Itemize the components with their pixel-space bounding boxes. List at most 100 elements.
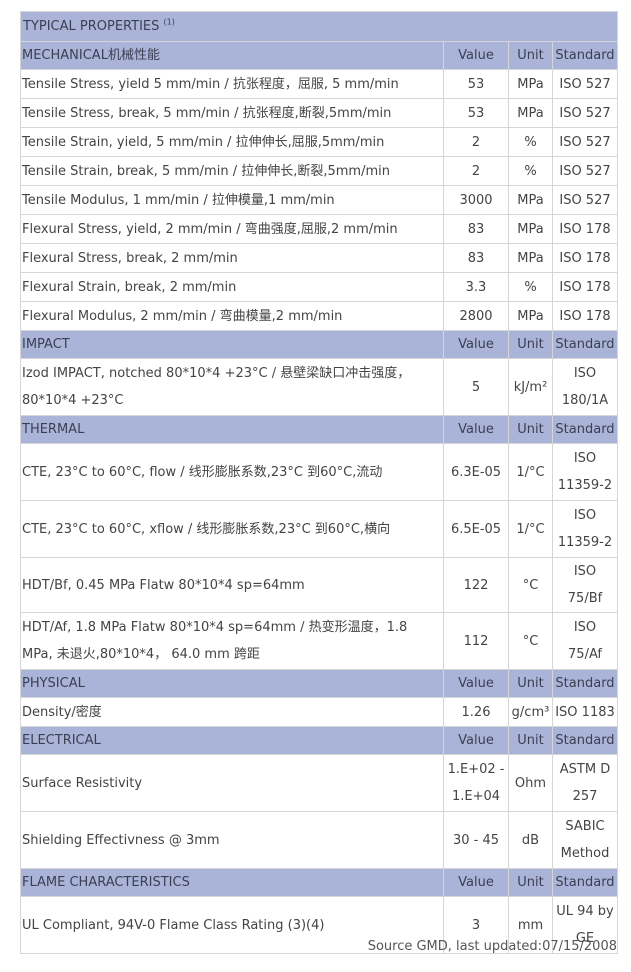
section-header-row: FLAME CHARACTERISTICS Value Unit Standard [20, 868, 618, 897]
param-cell: Tensile Strain, yield, 5 mm/min / 拉伸伸长,屈… [20, 127, 444, 157]
section-name: ELECTRICAL [20, 726, 444, 755]
value-cell: 3.3 [443, 272, 509, 302]
unit-cell: 1/°C [508, 500, 553, 558]
table-title: TYPICAL PROPERTIES (1) [20, 11, 618, 42]
unit-cell: MPa [508, 243, 553, 273]
table-row: Surface Resistivity 1.E+02 - 1.E+04 Ohm AST… [20, 754, 618, 812]
unit-cell: dB [508, 811, 553, 869]
unit-header: Unit [508, 726, 553, 755]
value-cell: 6.3E-05 [443, 443, 509, 501]
standard-header: Standard [552, 330, 618, 359]
param-cell: Izod IMPACT, notched 80*10*4 +23°C / 悬壁梁… [20, 358, 444, 416]
table-row: Tensile Stress, break, 5 mm/min / 抗张程度,断… [20, 98, 618, 128]
section-name: FLAME CHARACTERISTICS [20, 868, 444, 897]
unit-cell: °C [508, 612, 553, 670]
value-cell: 2800 [443, 301, 509, 331]
table-row: Izod IMPACT, notched 80*10*4 +23°C / 悬壁梁… [20, 358, 618, 416]
section-name: THERMAL [20, 415, 444, 444]
value-cell: 83 [443, 214, 509, 244]
value-header: Value [443, 330, 509, 359]
standard-cell: ISO 527 [552, 185, 618, 215]
value-cell: 1.26 [443, 697, 509, 727]
section-name: IMPACT [20, 330, 444, 359]
param-cell: Density/密度 [20, 697, 444, 727]
unit-cell: % [508, 272, 553, 302]
param-cell: Flexural Strain, break, 2 mm/min [20, 272, 444, 302]
table-row: HDT/Af, 1.8 MPa Flatw 80*10*4 sp=64mm / … [20, 612, 618, 670]
standard-cell: ISO 527 [552, 98, 618, 128]
value-header: Value [443, 415, 509, 444]
value-cell: 1.E+02 - 1.E+04 [443, 754, 509, 812]
unit-cell: 1/°C [508, 443, 553, 501]
table-row: CTE, 23°C to 60°C, flow / 线形膨胀系数,23°C 到6… [20, 443, 618, 501]
param-cell: HDT/Bf, 0.45 MPa Flatw 80*10*4 sp=64mm [20, 557, 444, 613]
unit-header: Unit [508, 868, 553, 897]
unit-cell: Ohm [508, 754, 553, 812]
param-cell: CTE, 23°C to 60°C, flow / 线形膨胀系数,23°C 到6… [20, 443, 444, 501]
section-name: MECHANICAL机械性能 [20, 41, 444, 70]
standard-cell: ISO 178 [552, 243, 618, 273]
section-name: PHYSICAL [20, 669, 444, 698]
standard-header: Standard [552, 726, 618, 755]
table-row: Shielding Effectivness @ 3mm 30 - 45 dB SAB… [20, 811, 618, 869]
unit-cell: MPa [508, 301, 553, 331]
unit-header: Unit [508, 330, 553, 359]
value-cell: 6.5E-05 [443, 500, 509, 558]
value-header: Value [443, 726, 509, 755]
param-cell: Flexural Modulus, 2 mm/min / 弯曲模量,2 mm/m… [20, 301, 444, 331]
unit-cell: MPa [508, 214, 553, 244]
param-cell: HDT/Af, 1.8 MPa Flatw 80*10*4 sp=64mm / … [20, 612, 444, 670]
standard-cell: ISO 75/Bf [552, 557, 618, 613]
table-row: Flexural Stress, yield, 2 mm/min / 弯曲强度,… [20, 214, 618, 244]
standard-cell: ISO 1183 [552, 697, 618, 727]
table-row: CTE, 23°C to 60°C, xflow / 线形膨胀系数,23°C 到… [20, 500, 618, 558]
param-cell: Shielding Effectivness @ 3mm [20, 811, 444, 869]
standard-header: Standard [552, 669, 618, 698]
table-row: Tensile Strain, yield, 5 mm/min / 拉伸伸长,屈… [20, 127, 618, 157]
standard-cell: SABIC Method [552, 811, 618, 869]
value-cell: 83 [443, 243, 509, 273]
value-cell: 53 [443, 69, 509, 99]
table-row: Tensile Stress, yield 5 mm/min / 抗张程度，屈服… [20, 69, 618, 99]
param-cell: Flexural Stress, break, 2 mm/min [20, 243, 444, 273]
unit-cell: °C [508, 557, 553, 613]
standard-cell: ISO 178 [552, 301, 618, 331]
table-row: Flexural Modulus, 2 mm/min / 弯曲模量,2 mm/m… [20, 301, 618, 331]
param-cell: Flexural Stress, yield, 2 mm/min / 弯曲强度,… [20, 214, 444, 244]
standard-header: Standard [552, 41, 618, 70]
value-cell: 122 [443, 557, 509, 613]
value-cell: 3000 [443, 185, 509, 215]
unit-cell: MPa [508, 69, 553, 99]
unit-header: Unit [508, 669, 553, 698]
unit-cell: kJ/m² [508, 358, 553, 416]
value-cell: 53 [443, 98, 509, 128]
unit-header: Unit [508, 41, 553, 70]
param-cell: Tensile Modulus, 1 mm/min / 拉伸模量,1 mm/mi… [20, 185, 444, 215]
table-row: HDT/Bf, 0.45 MPa Flatw 80*10*4 sp=64mm 12… [20, 557, 618, 613]
table-title-text: TYPICAL PROPERTIES [23, 19, 160, 34]
standard-cell: ISO 75/Af [552, 612, 618, 670]
source-note: Source GMD, last updated:07/15/2008 [367, 939, 617, 954]
standard-cell: ISO 527 [552, 156, 618, 186]
unit-cell: MPa [508, 185, 553, 215]
section-header-row: PHYSICAL Value Unit Standard [20, 669, 618, 698]
table-row: Tensile Modulus, 1 mm/min / 拉伸模量,1 mm/mi… [20, 185, 618, 215]
value-header: Value [443, 41, 509, 70]
value-cell: 5 [443, 358, 509, 416]
value-header: Value [443, 669, 509, 698]
standard-cell: ISO 178 [552, 272, 618, 302]
standard-cell: ISO 178 [552, 214, 618, 244]
standard-cell: ISO 180/1A [552, 358, 618, 416]
properties-table: TYPICAL PROPERTIES (1) MECHANICAL机械性能 Val… [20, 11, 618, 954]
section-header-row: IMPACT Value Unit Standard [20, 330, 618, 359]
param-cell: Tensile Stress, break, 5 mm/min / 抗张程度,断… [20, 98, 444, 128]
unit-cell: g/cm³ [508, 697, 553, 727]
standard-cell: ASTM D 257 [552, 754, 618, 812]
standard-cell: ISO 11359-2 [552, 443, 618, 501]
unit-cell: MPa [508, 98, 553, 128]
table-row: Flexural Stress, break, 2 mm/min 83 MPa ISO… [20, 243, 618, 273]
section-header-row: THERMAL Value Unit Standard [20, 415, 618, 444]
standard-header: Standard [552, 415, 618, 444]
unit-cell: % [508, 127, 553, 157]
param-cell: Surface Resistivity [20, 754, 444, 812]
